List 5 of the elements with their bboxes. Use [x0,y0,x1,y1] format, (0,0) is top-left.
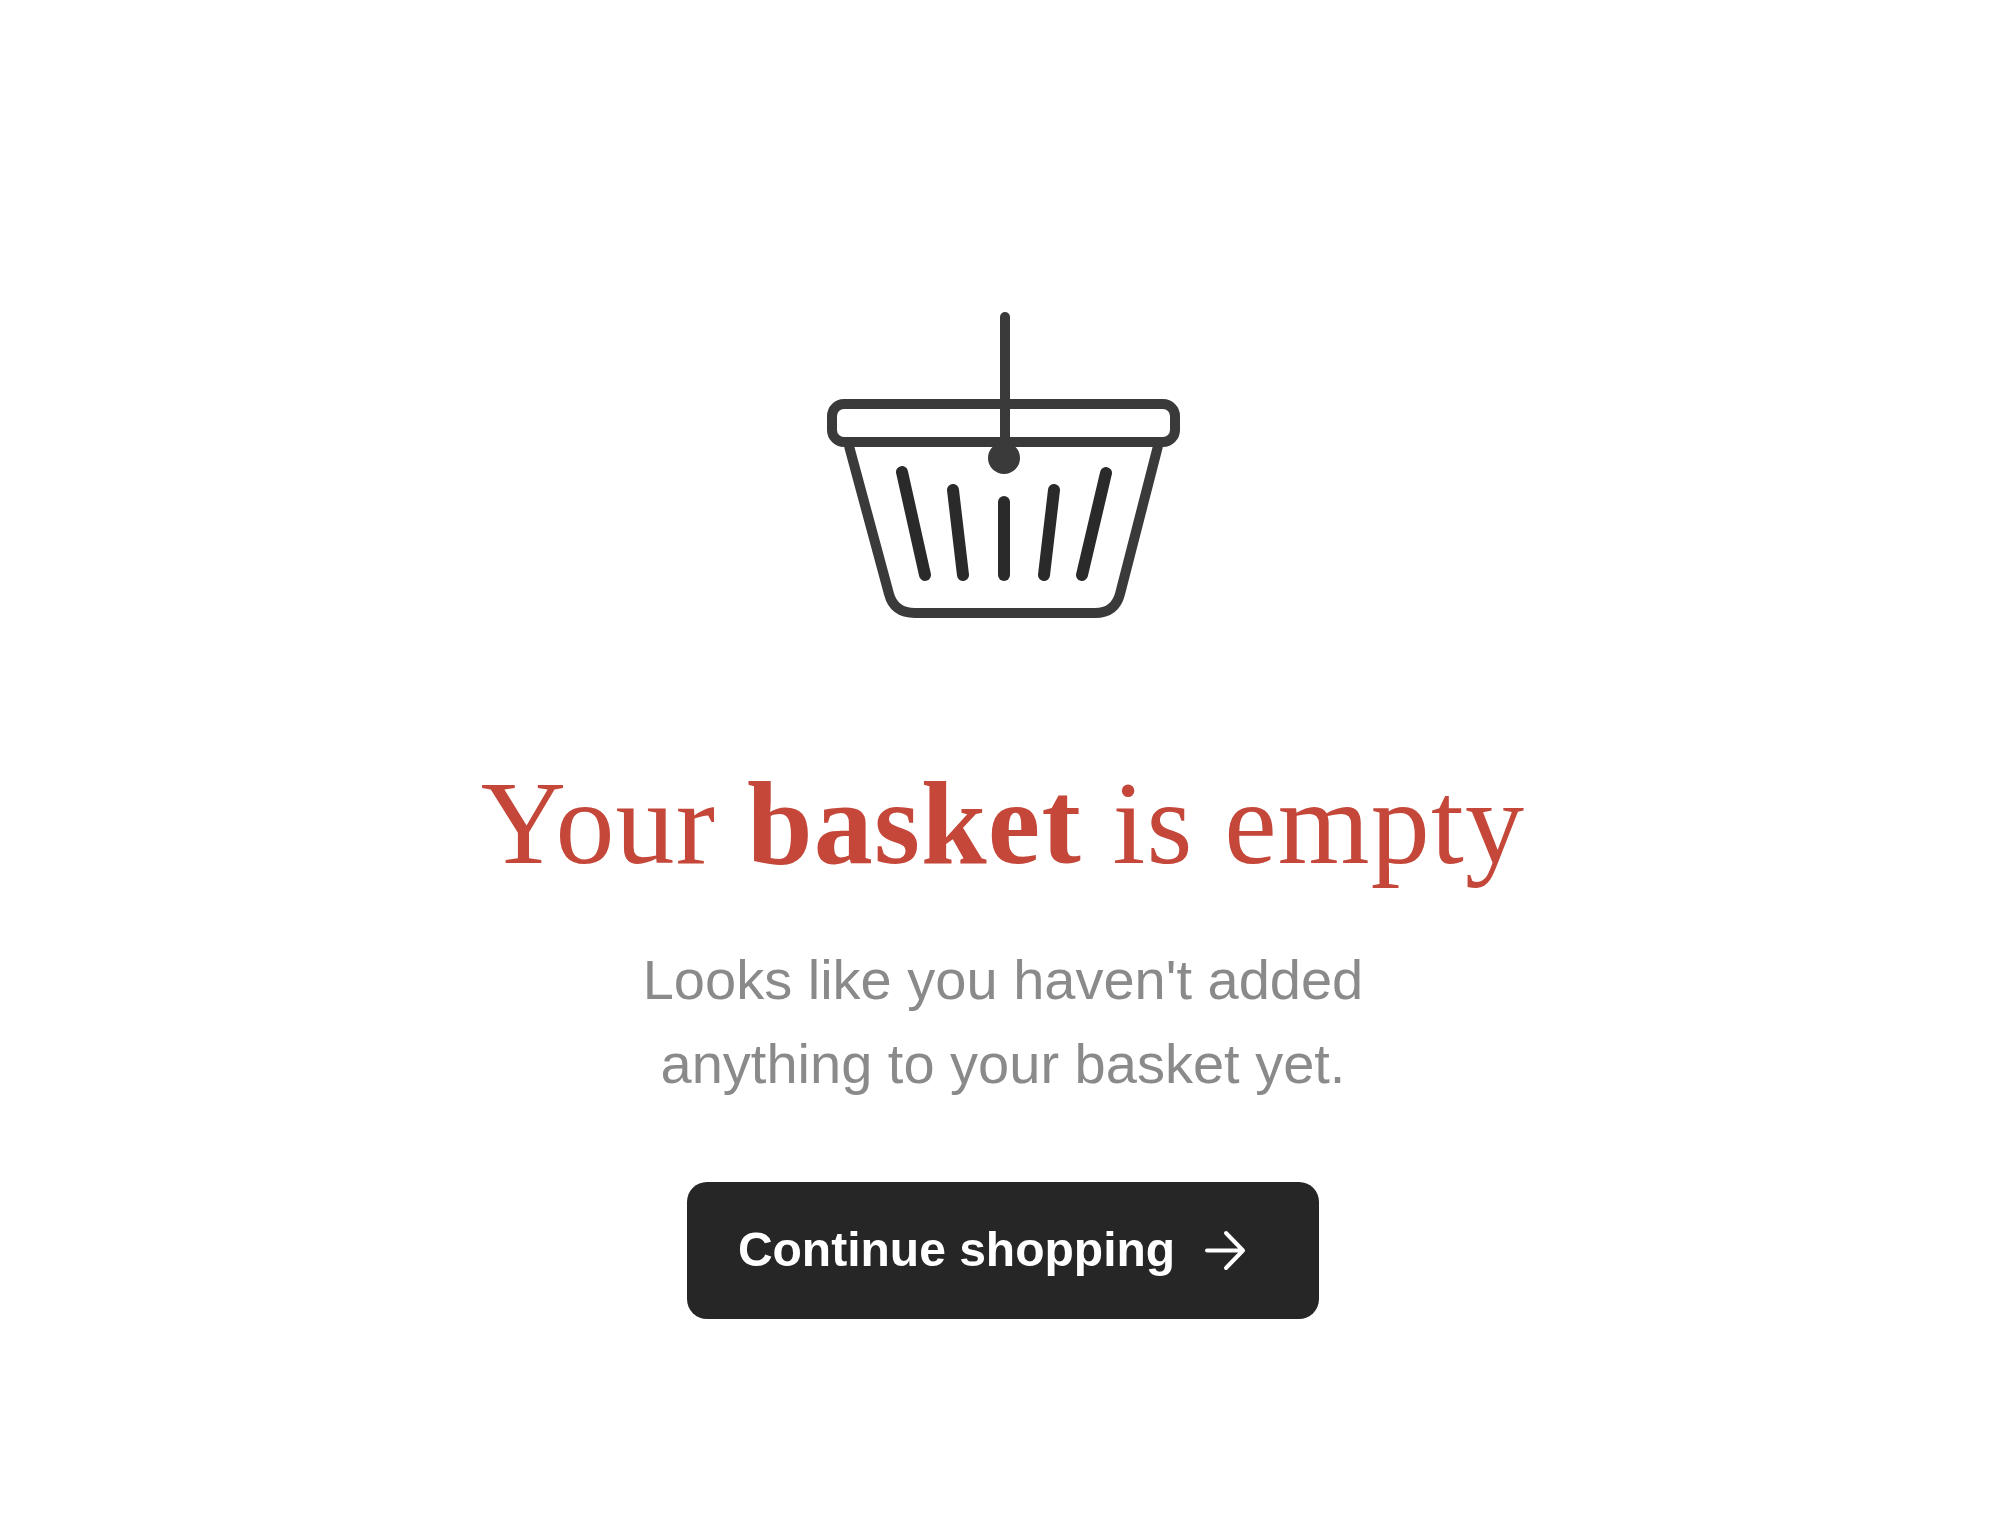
arrow-right-icon [1205,1229,1247,1271]
basket-icon [826,312,1180,618]
empty-basket-title: Your basket is empty [480,757,1526,891]
continue-shopping-button[interactable]: Continue shopping [686,1181,1320,1319]
empty-basket-message: Looks like you haven't added anything to your basket yet. [641,946,1365,1097]
